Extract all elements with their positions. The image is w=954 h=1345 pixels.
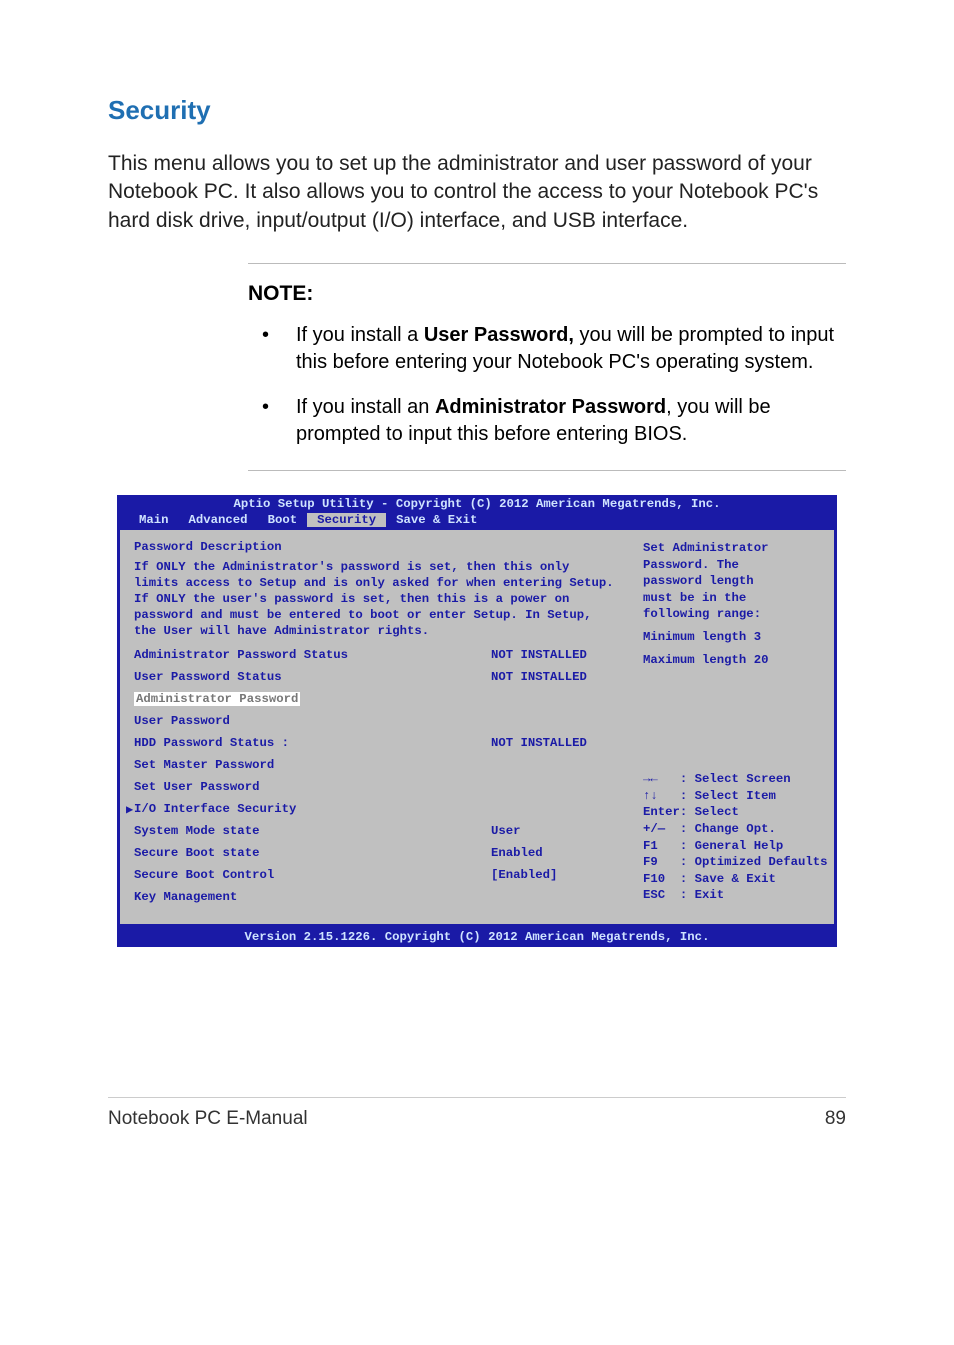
bios-set-user-password[interactable]: Set User Password	[134, 780, 259, 794]
bios-admin-password-item[interactable]: Administrator Password	[134, 692, 300, 706]
note-item: If you install an Administrator Password…	[248, 394, 846, 448]
note-text-bold: User Password,	[424, 324, 574, 346]
bios-hdd-pw-status-label: HDD Password Status :	[134, 736, 491, 750]
bios-user-pw-status-label: User Password Status	[134, 670, 491, 684]
bios-help-line: Set Administrator	[643, 540, 828, 557]
bios-key-hint: F1 : General Help	[643, 838, 828, 855]
bios-help-line: following range:	[643, 606, 828, 623]
bios-key-hint: Enter: Select	[643, 804, 828, 821]
bios-title-bar: Aptio Setup Utility - Copyright (C) 2012…	[117, 495, 837, 513]
intro-paragraph: This menu allows you to set up the admin…	[108, 150, 846, 235]
bios-help-line: must be in the	[643, 590, 828, 607]
bios-help-line: Password. The	[643, 557, 828, 574]
bios-user-pw-status-value: NOT INSTALLED	[491, 670, 621, 684]
bios-key-management[interactable]: Key Management	[134, 890, 237, 904]
bios-key-hint: +/— : Change Opt.	[643, 821, 828, 838]
bios-admin-pw-status-label: Administrator Password Status	[134, 648, 491, 662]
bios-right-pane: Set Administrator Password. The password…	[635, 530, 835, 925]
bios-tab-save-exit[interactable]: Save & Exit	[386, 513, 487, 527]
bios-secure-boot-control-value[interactable]: [Enabled]	[491, 868, 621, 882]
bios-tab-advanced[interactable]: Advanced	[179, 513, 258, 527]
bios-tab-bar: Main Advanced Boot Security Save & Exit	[117, 513, 837, 530]
page-number: 89	[825, 1108, 846, 1130]
bios-set-master-password[interactable]: Set Master Password	[134, 758, 274, 772]
bios-tab-boot[interactable]: Boot	[258, 513, 308, 527]
submenu-arrow-icon: ▶	[126, 802, 133, 817]
section-heading: Security	[108, 95, 846, 126]
bios-hdd-pw-status-value: NOT INSTALLED	[491, 736, 621, 750]
bios-user-password-item[interactable]: User Password	[134, 714, 230, 728]
bios-key-legend: →← : Select Screen ↑↓ : Select Item Ente…	[643, 771, 828, 904]
bios-key-hint: ESC : Exit	[643, 887, 828, 904]
bios-pw-desc-title: Password Description	[134, 540, 621, 554]
bios-admin-pw-status-value: NOT INSTALLED	[491, 648, 621, 662]
footer-title: Notebook PC E-Manual	[108, 1108, 308, 1130]
bios-key-hint: F10 : Save & Exit	[643, 871, 828, 888]
bios-system-mode-value: User	[491, 824, 621, 838]
bios-help-line: password length	[643, 573, 828, 590]
bios-tab-security[interactable]: Security	[307, 513, 386, 527]
bios-version-bar: Version 2.15.1226. Copyright (C) 2012 Am…	[117, 927, 837, 947]
bios-help-line: Maximum length 20	[643, 652, 828, 669]
bios-key-hint: ↑↓ : Select Item	[643, 788, 828, 805]
bios-screenshot: Aptio Setup Utility - Copyright (C) 2012…	[117, 495, 837, 947]
bios-io-interface-security[interactable]: I/O Interface Security	[134, 802, 296, 816]
bios-key-hint: F9 : Optimized Defaults	[643, 854, 828, 871]
bios-secure-boot-state-value: Enabled	[491, 846, 621, 860]
bios-help-line: Minimum length 3	[643, 629, 828, 646]
bios-secure-boot-state-label: Secure Boot state	[134, 846, 491, 860]
bios-key-hint: →← : Select Screen	[643, 771, 828, 788]
note-text-pre: If you install a	[296, 324, 424, 346]
bios-system-mode-label: System Mode state	[134, 824, 491, 838]
note-item: If you install a User Password, you will…	[248, 322, 846, 376]
bios-left-pane: Password Description If ONLY the Adminis…	[119, 530, 635, 925]
note-title: NOTE:	[248, 282, 846, 306]
note-text-pre: If you install an	[296, 396, 435, 418]
note-block: NOTE: If you install a User Password, yo…	[248, 263, 846, 471]
bios-tab-main[interactable]: Main	[129, 513, 179, 527]
bios-pw-desc-text: If ONLY the Administrator's password is …	[134, 560, 621, 640]
bios-secure-boot-control-label[interactable]: Secure Boot Control	[134, 868, 491, 882]
note-text-bold: Administrator Password	[435, 396, 666, 418]
bios-help-text: Set Administrator Password. The password…	[643, 540, 828, 668]
